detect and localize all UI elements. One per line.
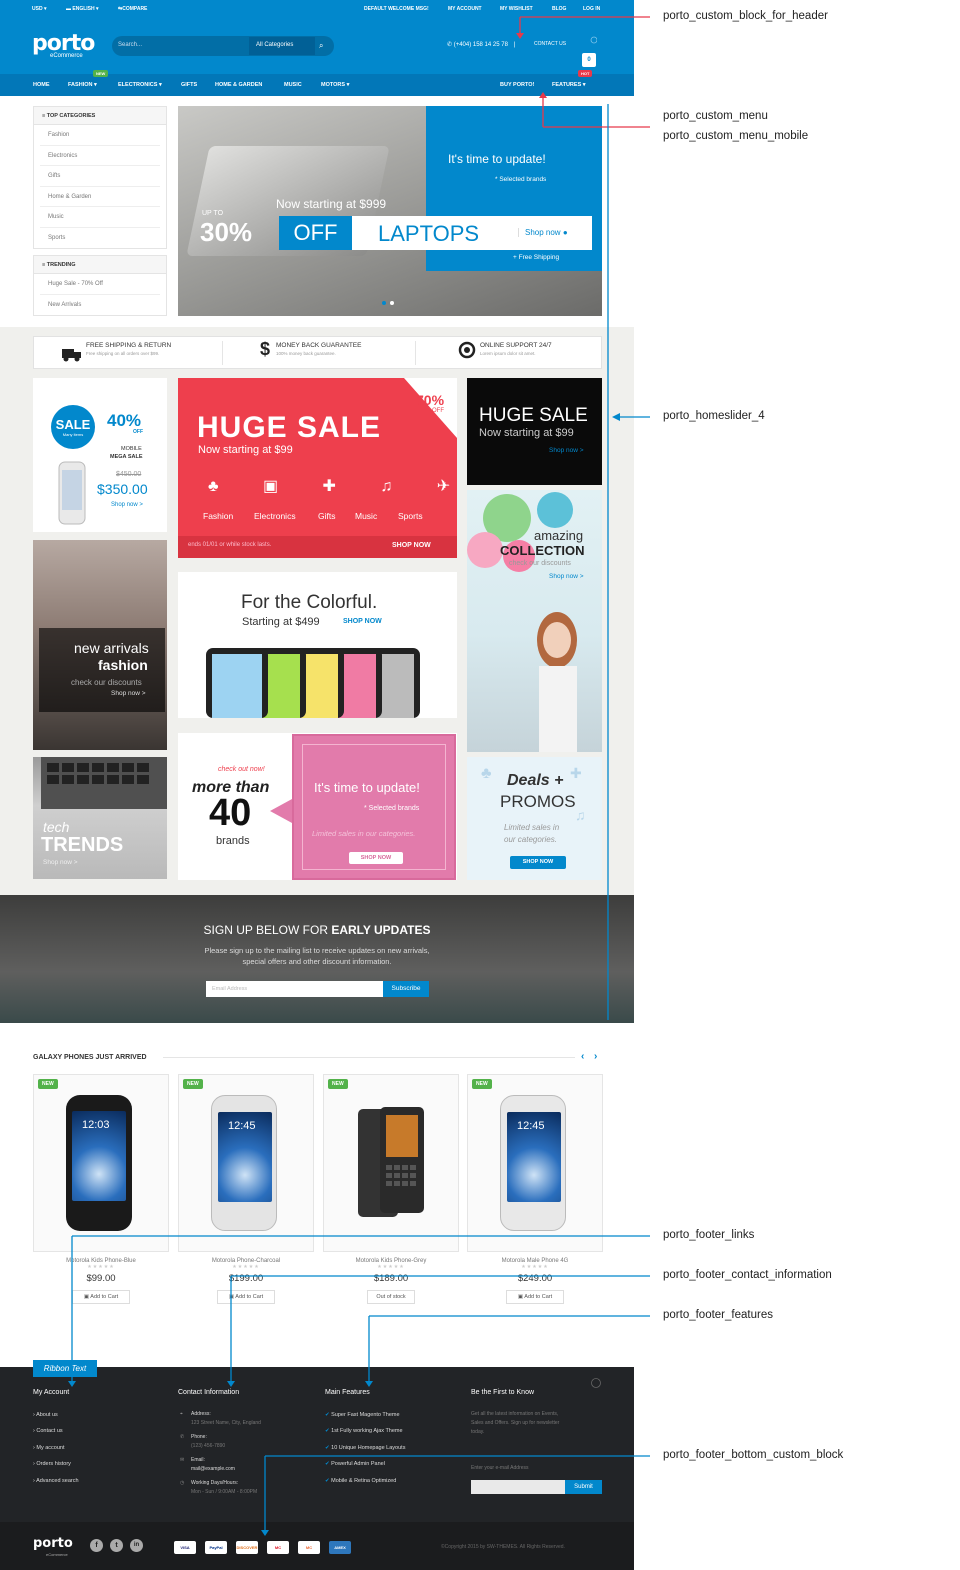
blue-arrowhead [68, 1381, 76, 1387]
annotation-label: porto_footer_links [663, 1229, 755, 1241]
blue-arrowhead [261, 1530, 269, 1536]
red-arrowhead [516, 33, 524, 39]
red-arrowhead [539, 92, 547, 98]
blue-arrowhead [365, 1381, 373, 1387]
annotation-label: porto_footer_features [663, 1309, 773, 1321]
annotation-lines [68, 16, 650, 1536]
annotation-label: porto_custom_menu [663, 110, 768, 122]
annotation-label: porto_homeslider_4 [663, 410, 765, 422]
annotation-label: porto_footer_bottom_custom_block [663, 1449, 844, 1461]
blue-arrowhead [227, 1381, 235, 1387]
blue-arrowhead [612, 413, 620, 421]
blue-annotation-lines [71, 104, 650, 1530]
annotation-label: porto_custom_menu_mobile [663, 130, 809, 142]
annotation-label: porto_custom_block_for_header [663, 10, 828, 22]
annotation-label: porto_footer_contact_information [663, 1269, 832, 1281]
red-annotation-lines [519, 16, 650, 128]
